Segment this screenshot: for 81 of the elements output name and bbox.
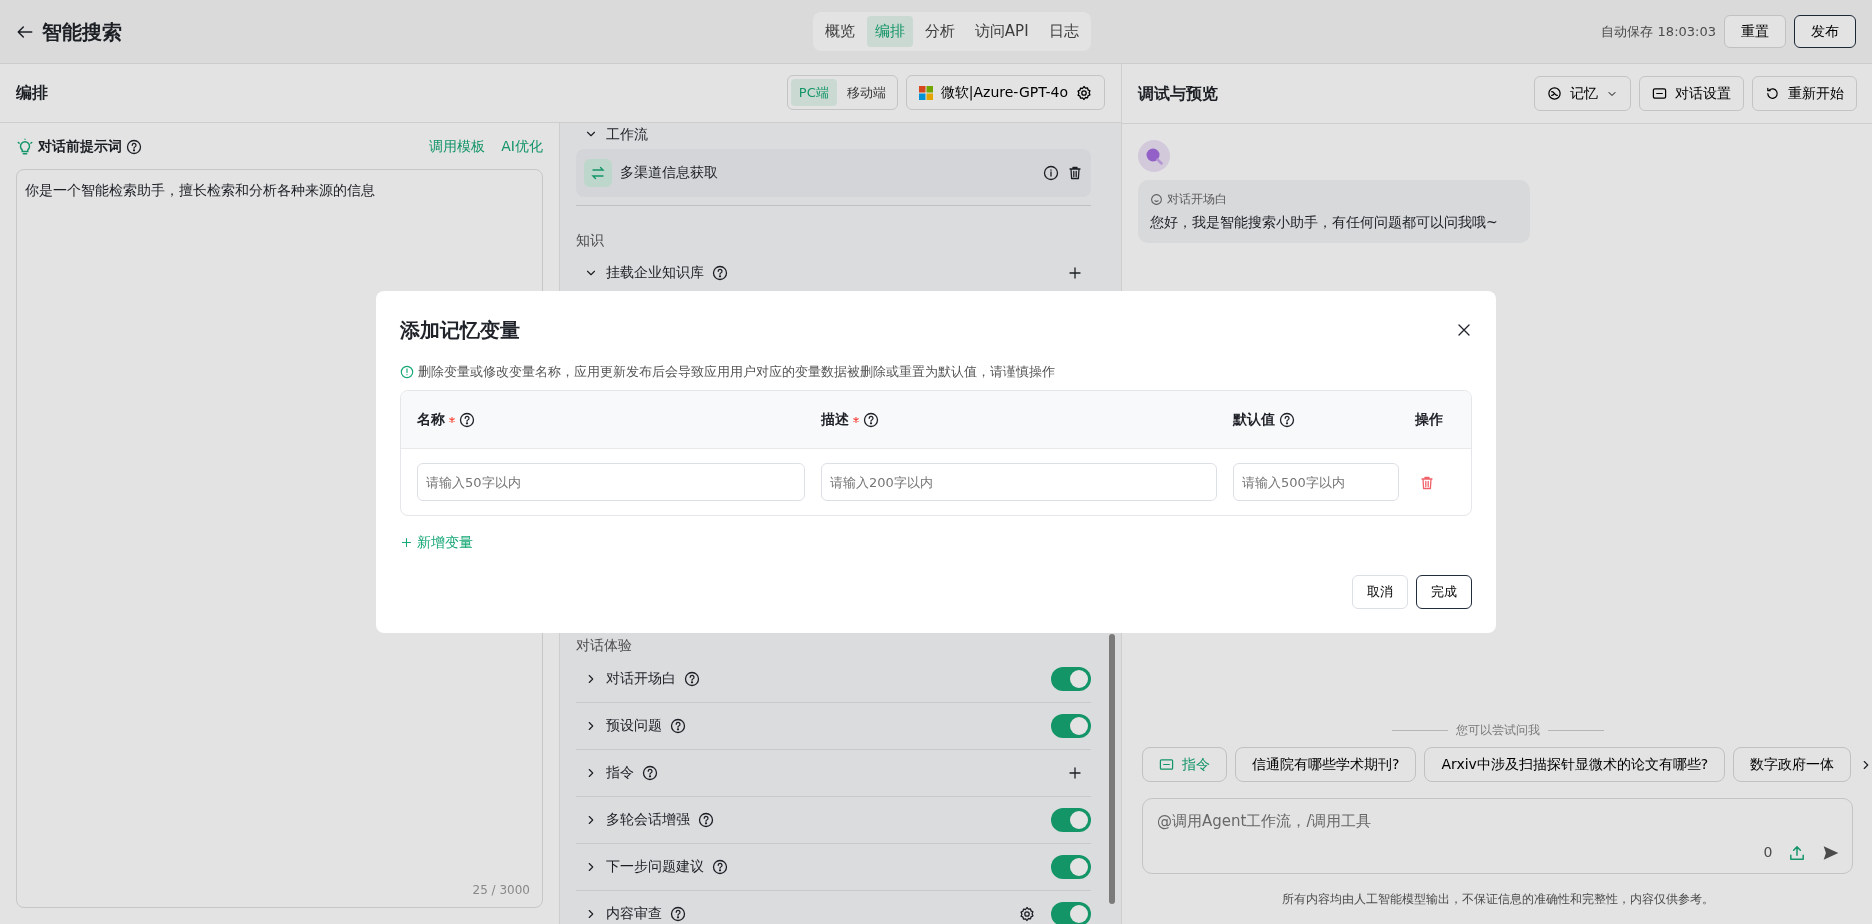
warning-icon xyxy=(400,365,414,379)
settings-icon[interactable] xyxy=(1019,906,1035,922)
chat-settings-button[interactable]: 对话设置 xyxy=(1639,76,1745,111)
settings-icon[interactable] xyxy=(1076,85,1092,101)
section-heading: 对话体验 xyxy=(576,636,633,655)
model-select[interactable]: 微软|Azure-GPT-4o xyxy=(905,75,1105,111)
command-icon xyxy=(1159,757,1174,772)
help-icon xyxy=(712,265,728,281)
section-heading: 工作流 xyxy=(606,125,648,143)
workflow-icon xyxy=(584,159,612,187)
feature-label: 预设问题 xyxy=(606,716,662,736)
feature-label: 内容审查 xyxy=(606,904,662,924)
feature-label: 对话开场白 xyxy=(606,669,676,689)
lightbulb-icon xyxy=(16,138,34,156)
cancel-button[interactable]: 取消 xyxy=(1352,575,1408,609)
page-title: 智能搜索 xyxy=(42,18,122,46)
toggle-switch[interactable] xyxy=(1051,667,1091,691)
reset-button[interactable]: 重置 xyxy=(1724,15,1786,48)
help-icon xyxy=(684,671,700,687)
device-tab[interactable]: 移动端 xyxy=(838,79,894,107)
section-heading: 知识 xyxy=(576,231,605,250)
nav-tab[interactable]: 访问API xyxy=(966,16,1037,47)
restart-button[interactable]: 重新开始 xyxy=(1752,76,1858,111)
message-text: 您好，我是智能搜索小助手，有任何问题都可以问我哦~ xyxy=(1150,213,1499,232)
help-icon xyxy=(698,812,714,828)
dialog-title: 添加记忆变量 xyxy=(400,317,520,344)
chat-settings-icon xyxy=(1652,86,1668,101)
assistant-avatar xyxy=(1138,140,1170,172)
feature-label: 挂载企业知识库 xyxy=(606,263,704,283)
windows-logo-icon xyxy=(918,86,933,100)
toggle-switch[interactable] xyxy=(1051,855,1091,879)
nav-tab[interactable]: 概览 xyxy=(816,16,863,47)
column-header: 操作 xyxy=(1415,410,1443,429)
help-icon xyxy=(712,859,728,875)
help-icon xyxy=(670,718,686,734)
column-header: 描述 xyxy=(821,410,849,429)
toggle-switch[interactable] xyxy=(1051,902,1091,924)
feature-label: 指令 xyxy=(606,763,634,783)
token-counter: 0 xyxy=(1763,843,1773,862)
info-icon[interactable] xyxy=(1043,165,1059,181)
feature-label: 下一步问题建议 xyxy=(606,857,704,877)
help-icon xyxy=(126,139,142,155)
trash-icon[interactable] xyxy=(1067,165,1083,181)
suggestions-label: 您可以尝试问我 xyxy=(1455,722,1540,739)
help-icon xyxy=(1279,411,1295,428)
workflow-item[interactable]: 多渠道信息获取 xyxy=(576,149,1091,197)
disclaimer-text: 所有内容均由人工智能模型输出，不保证信息的准确性和完整性，内容仅供参考。 xyxy=(1280,891,1715,908)
panel-title: 调试与预览 xyxy=(1138,82,1218,105)
restart-icon xyxy=(1765,86,1781,101)
description-input[interactable]: 请输入200字以内 xyxy=(821,463,1217,501)
help-icon xyxy=(670,906,686,922)
confirm-button[interactable]: 完成 xyxy=(1416,575,1472,609)
nav-tab[interactable]: 日志 xyxy=(1040,16,1087,47)
publish-button[interactable]: 发布 xyxy=(1794,15,1856,48)
nav-tab[interactable]: 分析 xyxy=(916,16,963,47)
help-icon xyxy=(459,411,475,428)
feature-label: 多轮会话增强 xyxy=(606,810,690,830)
help-icon xyxy=(642,765,658,781)
column-header: 默认值 xyxy=(1233,410,1275,429)
autosave-status: 自动保存 18:03:03 xyxy=(1601,22,1716,41)
character-counter: 25 / 3000 xyxy=(472,882,530,899)
help-icon xyxy=(863,411,879,428)
memory-dropdown[interactable]: 记忆 xyxy=(1534,76,1632,111)
toggle-switch[interactable] xyxy=(1051,808,1091,832)
chat-input-box[interactable]: @调用Agent工作流，/调用工具 0 xyxy=(1142,798,1854,874)
column-header: 名称 xyxy=(417,410,445,429)
suggestion-chip[interactable]: 信通院有哪些学术期刊? xyxy=(1235,747,1417,782)
name-input[interactable]: 请输入50字以内 xyxy=(417,463,805,501)
toggle-switch[interactable] xyxy=(1051,714,1091,738)
message-label: 对话开场白 xyxy=(1167,191,1227,208)
delete-icon[interactable] xyxy=(1419,474,1435,491)
panel-title: 编排 xyxy=(16,82,48,104)
suggestion-chip[interactable]: Arxiv中涉及扫描探针显微术的论文有哪些? xyxy=(1424,747,1726,782)
prompt-text: 你是一个智能检索助手，擅长检索和分析各种来源的信息 xyxy=(25,182,375,198)
prompt-label: 对话前提示词 xyxy=(38,137,122,157)
upload-icon[interactable] xyxy=(1788,844,1807,862)
chat-input[interactable]: @调用Agent工作流，/调用工具 xyxy=(1155,809,1841,834)
close-icon[interactable] xyxy=(1456,322,1472,338)
suggestion-chip[interactable]: 数字政府一体 xyxy=(1733,747,1852,782)
default-value-input[interactable]: 请输入500字以内 xyxy=(1233,463,1399,501)
plus-icon xyxy=(400,536,413,549)
